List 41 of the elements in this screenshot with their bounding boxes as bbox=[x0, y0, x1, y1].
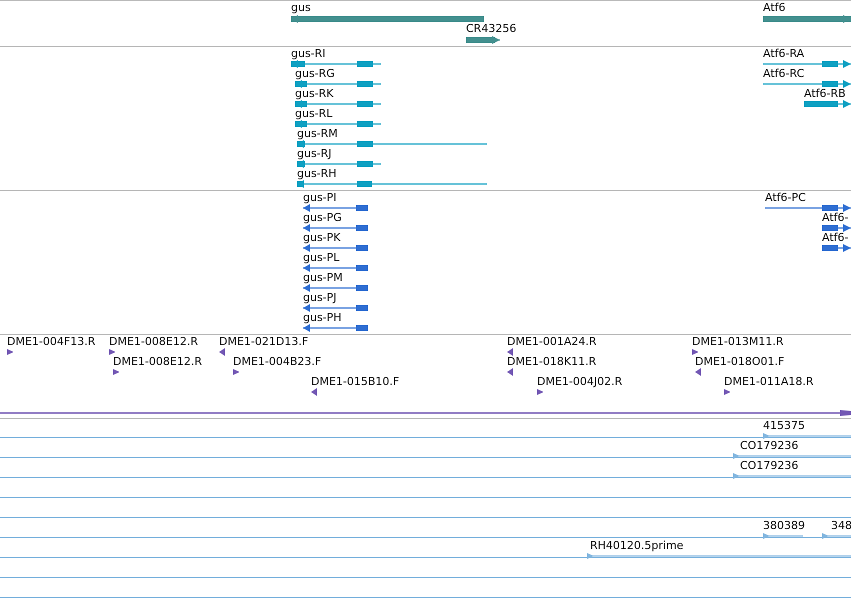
gene-label: Atf6 bbox=[763, 2, 786, 14]
clone-label: DME1-008E12.R bbox=[113, 356, 202, 368]
protein-label: Atf6- bbox=[822, 232, 848, 244]
est-label: CO179236 bbox=[740, 460, 798, 472]
est-label: RH40120.5prime bbox=[590, 540, 684, 552]
protein-label: gus-PL bbox=[303, 252, 340, 264]
protein-label: Atf6-PC bbox=[765, 192, 806, 204]
transcript-label: gus-RJ bbox=[297, 148, 332, 160]
transcript-label: gus-RK bbox=[295, 88, 334, 100]
transcript-label: gus-RG bbox=[295, 68, 335, 80]
clone-label: DME1-004B23.F bbox=[233, 356, 322, 368]
est-label: 415375 bbox=[763, 420, 805, 432]
protein-label: Atf6- bbox=[822, 212, 848, 224]
protein-label: gus-PJ bbox=[303, 292, 337, 304]
clone-label: DME1-021D13.F bbox=[219, 336, 308, 348]
transcript-label: Atf6-RC bbox=[763, 68, 804, 80]
protein-label: gus-PI bbox=[303, 192, 337, 204]
gene-label: gus bbox=[291, 2, 311, 14]
transcript-label: gus-RM bbox=[297, 128, 338, 140]
protein-label: gus-PH bbox=[303, 312, 342, 324]
clone-label: DME1-004F13.R bbox=[7, 336, 96, 348]
clone-label: DME1-018K11.R bbox=[507, 356, 596, 368]
clone-label: DME1-018O01.F bbox=[695, 356, 784, 368]
clone-label: DME1-011A18.R bbox=[724, 376, 814, 388]
clone-label: DME1-013M11.R bbox=[692, 336, 784, 348]
est-label: CO179236 bbox=[740, 440, 798, 452]
transcript-label: Atf6-RB bbox=[804, 88, 846, 100]
transcript-label: gus-RL bbox=[295, 108, 332, 120]
gene-label: CR43256 bbox=[466, 23, 516, 35]
est-label: 380389 bbox=[763, 520, 805, 532]
clone-label: DME1-004J02.R bbox=[537, 376, 622, 388]
protein-label: gus-PM bbox=[303, 272, 343, 284]
transcript-label: gus-RI bbox=[291, 48, 326, 60]
transcript-label: Atf6-RA bbox=[763, 48, 804, 60]
clone-label: DME1-001A24.R bbox=[507, 336, 597, 348]
transcript-label: gus-RH bbox=[297, 168, 337, 180]
est-label: 348 bbox=[831, 520, 851, 532]
protein-label: gus-PK bbox=[303, 232, 341, 244]
clone-label: DME1-015B10.F bbox=[311, 376, 400, 388]
clone-label: DME1-008E12.R bbox=[109, 336, 198, 348]
protein-label: gus-PG bbox=[303, 212, 342, 224]
